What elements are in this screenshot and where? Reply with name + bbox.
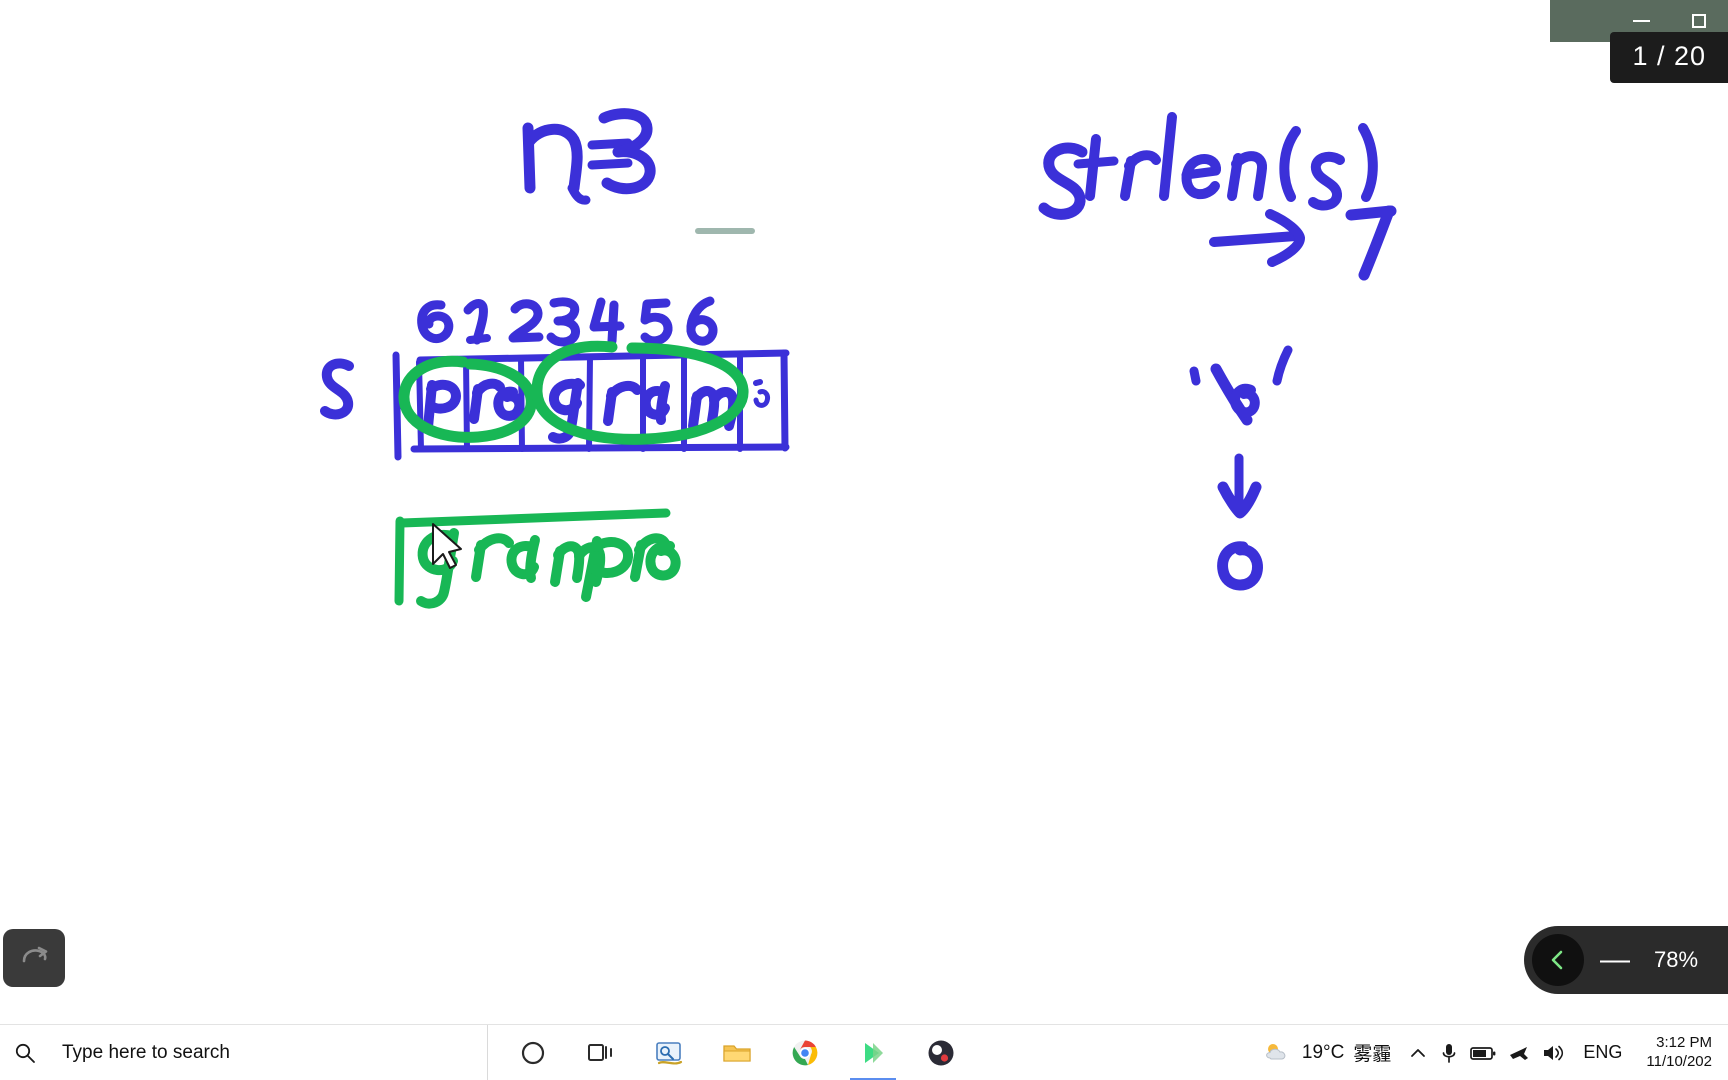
battery-button[interactable] xyxy=(1469,1043,1497,1063)
undo-icon xyxy=(22,946,48,963)
network-button[interactable] xyxy=(1507,1042,1531,1064)
system-tray: 19°C 雾霾 ENG 3:12 PM 11/10/202 xyxy=(1257,1025,1728,1080)
chrome-icon xyxy=(792,1040,818,1065)
folder-icon xyxy=(723,1044,751,1062)
weather-icon xyxy=(1266,1043,1286,1059)
right-edge xyxy=(1724,42,1728,1024)
weather-widget[interactable]: 19°C 雾霾 xyxy=(1257,1039,1397,1066)
windows-taskbar: Type here to search 19°C 雾霾 ENG 3:12 PM … xyxy=(0,1024,1728,1080)
screen: 1 / 20 — 78% Type here to search 19°C 雾霾… xyxy=(0,0,1728,1080)
speaker-icon xyxy=(1544,1045,1564,1060)
blue-ink-variable-s xyxy=(320,358,354,420)
clock-time: 3:12 PM xyxy=(1656,1033,1712,1051)
search-icon xyxy=(15,1043,35,1063)
undo-button[interactable] xyxy=(3,929,65,987)
clock-date: 11/10/202 xyxy=(1646,1052,1712,1070)
start-button[interactable] xyxy=(0,1025,50,1080)
ink-drawing xyxy=(320,108,1397,609)
chevron-up-icon xyxy=(1411,1048,1426,1057)
clock[interactable]: 3:12 PM 11/10/202 xyxy=(1640,1034,1716,1072)
obs-icon xyxy=(928,1040,954,1065)
taskbar-icons xyxy=(502,1025,972,1080)
weather-temperature: 19°C xyxy=(1301,1041,1345,1063)
taskbar-item-task-view[interactable] xyxy=(570,1025,632,1080)
zoom-collapse-button[interactable] xyxy=(1532,934,1584,986)
taskbar-item-obs-studio[interactable] xyxy=(910,1025,972,1080)
whiteboard-icon xyxy=(865,1042,883,1063)
taskbar-item-cortana[interactable] xyxy=(502,1025,564,1080)
array-letters xyxy=(423,378,770,444)
blue-ink-group xyxy=(522,108,656,205)
strlen-text xyxy=(1038,112,1397,281)
snip-sketch-icon xyxy=(656,1041,683,1065)
battery-icon xyxy=(1470,1046,1496,1060)
taskbar-item-file-explorer[interactable] xyxy=(706,1025,768,1080)
microphone-icon xyxy=(1443,1043,1456,1063)
blue-ink-indices xyxy=(417,296,718,347)
weather-condition: 雾霾 xyxy=(1353,1044,1392,1065)
zoom-toolbar: — 78% xyxy=(1524,926,1728,994)
cortana-icon xyxy=(521,1041,545,1064)
taskbar-item-whiteboard[interactable] xyxy=(842,1025,904,1080)
search-placeholder-label: Type here to search xyxy=(62,1041,230,1063)
search-input[interactable]: Type here to search xyxy=(50,1024,488,1080)
microphone-button[interactable] xyxy=(1439,1041,1459,1065)
zoom-level-label[interactable]: 78% xyxy=(1646,947,1706,973)
whiteboard-canvas[interactable] xyxy=(0,0,1728,1024)
airplane-mode-icon xyxy=(1510,1046,1529,1060)
chevron-left-icon xyxy=(1551,950,1563,970)
null-char-text xyxy=(1189,345,1293,591)
taskbar-item-google-chrome[interactable] xyxy=(774,1025,836,1080)
volume-button[interactable] xyxy=(1541,1042,1565,1064)
zoom-out-button[interactable]: — xyxy=(1600,945,1630,975)
show-hidden-icons-button[interactable] xyxy=(1407,1042,1429,1064)
language-indicator[interactable]: ENG xyxy=(1575,1042,1630,1063)
task-view-icon xyxy=(588,1043,612,1061)
taskbar-item-snip-sketch[interactable] xyxy=(638,1025,700,1080)
restore-icon xyxy=(1692,14,1706,28)
slide-counter[interactable]: 1 / 20 xyxy=(1610,32,1728,83)
minimize-icon xyxy=(1632,20,1650,22)
